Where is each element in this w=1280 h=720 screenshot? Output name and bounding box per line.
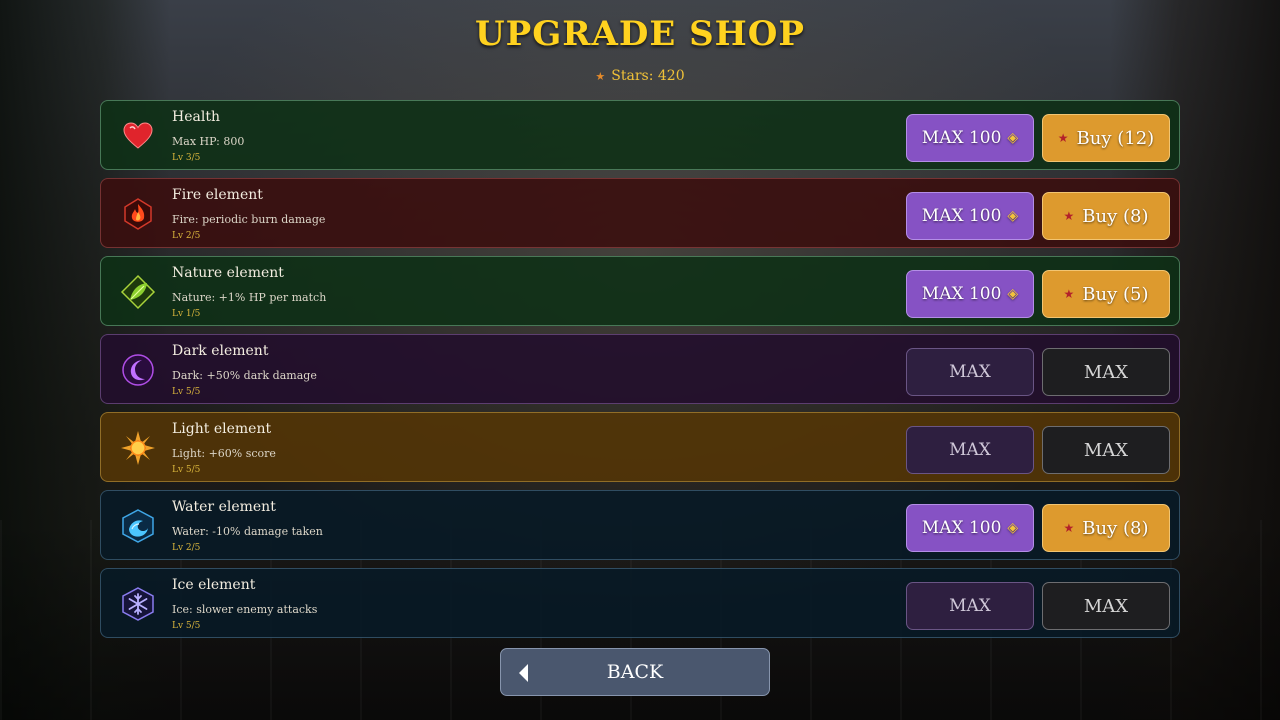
stars-label: Stars: 420 — [611, 68, 685, 84]
max-upgrade-button[interactable]: MAX 100 ◈ — [906, 504, 1034, 552]
max-button-label: MAX 100 — [921, 518, 1002, 538]
sun-icon — [120, 430, 156, 466]
snowflake-icon — [120, 586, 156, 622]
upgrade-row-water: Water element Water: -10% damage taken L… — [100, 490, 1180, 560]
buy-upgrade-button[interactable]: ★ Buy (8) — [1042, 192, 1170, 240]
leaf-icon — [120, 274, 156, 310]
upgrade-description: Dark: +50% dark damage — [172, 369, 317, 382]
upgrade-level: Lv 5/5 — [172, 621, 201, 631]
upgrade-name: Light element — [172, 421, 272, 437]
gem-icon: ◈ — [1007, 208, 1019, 224]
max-upgrade-button: MAX — [906, 348, 1034, 396]
max-button-label: MAX 100 — [921, 206, 1002, 226]
max-upgrade-button[interactable]: MAX 100 ◈ — [906, 270, 1034, 318]
gem-icon: ◈ — [1007, 130, 1019, 146]
upgrade-list: Health Max HP: 800 Lv 3/5 MAX 100 ◈ ★ Buy … — [100, 100, 1180, 646]
upgrade-name: Fire element — [172, 187, 263, 203]
buy-upgrade-button: MAX — [1042, 426, 1170, 474]
moon-icon — [120, 352, 156, 388]
buy-button-label: Buy (5) — [1082, 283, 1149, 305]
back-button-label: BACK — [606, 661, 664, 683]
upgrade-name: Nature element — [172, 265, 284, 281]
star-icon: ★ — [1063, 209, 1075, 223]
max-button-label: MAX — [949, 596, 991, 616]
upgrade-level: Lv 2/5 — [172, 231, 201, 241]
max-upgrade-button: MAX — [906, 582, 1034, 630]
back-button[interactable]: BACK — [500, 648, 770, 696]
upgrade-row-dark: Dark element Dark: +50% dark damage Lv 5… — [100, 334, 1180, 404]
back-arrow-icon — [519, 664, 528, 682]
upgrade-description: Ice: slower enemy attacks — [172, 603, 318, 616]
upgrade-name: Health — [172, 109, 220, 125]
max-button-label: MAX 100 — [921, 284, 1002, 304]
upgrade-name: Ice element — [172, 577, 256, 593]
page-title: UPGRADE SHOP — [475, 14, 805, 54]
gem-icon: ◈ — [1007, 286, 1019, 302]
buy-upgrade-button[interactable]: ★ Buy (8) — [1042, 504, 1170, 552]
upgrade-row-health: Health Max HP: 800 Lv 3/5 MAX 100 ◈ ★ Buy … — [100, 100, 1180, 170]
stars-counter: ★ Stars: 420 — [0, 68, 1280, 84]
buy-button-label: Buy (8) — [1082, 205, 1149, 227]
star-icon: ★ — [1057, 131, 1069, 145]
upgrade-description: Nature: +1% HP per match — [172, 291, 327, 304]
max-upgrade-button[interactable]: MAX 100 ◈ — [906, 114, 1034, 162]
upgrade-row-ice: Ice element Ice: slower enemy attacks Lv… — [100, 568, 1180, 638]
upgrade-description: Max HP: 800 — [172, 135, 245, 148]
upgrade-level: Lv 5/5 — [172, 387, 201, 397]
buy-button-label: MAX — [1083, 361, 1129, 383]
star-icon: ★ — [1063, 287, 1075, 301]
max-button-label: MAX — [949, 440, 991, 460]
star-icon: ★ — [1063, 521, 1075, 535]
buy-upgrade-button[interactable]: ★ Buy (12) — [1042, 114, 1170, 162]
upgrade-name: Dark element — [172, 343, 269, 359]
max-upgrade-button[interactable]: MAX 100 ◈ — [906, 192, 1034, 240]
star-icon: ★ — [595, 70, 606, 83]
upgrade-level: Lv 2/5 — [172, 543, 201, 553]
upgrade-level: Lv 1/5 — [172, 309, 201, 319]
upgrade-description: Fire: periodic burn damage — [172, 213, 326, 226]
buy-button-label: Buy (12) — [1076, 127, 1155, 149]
buy-upgrade-button[interactable]: ★ Buy (5) — [1042, 270, 1170, 318]
max-button-label: MAX 100 — [921, 128, 1002, 148]
buy-button-label: Buy (8) — [1082, 517, 1149, 539]
upgrade-level: Lv 5/5 — [172, 465, 201, 475]
upgrade-description: Water: -10% damage taken — [172, 525, 323, 538]
buy-button-label: MAX — [1083, 439, 1129, 461]
max-button-label: MAX — [949, 362, 991, 382]
max-upgrade-button: MAX — [906, 426, 1034, 474]
upgrade-level: Lv 3/5 — [172, 153, 201, 163]
buy-upgrade-button: MAX — [1042, 582, 1170, 630]
heart-icon — [120, 118, 156, 154]
buy-button-label: MAX — [1083, 595, 1129, 617]
upgrade-row-nature: Nature element Nature: +1% HP per match … — [100, 256, 1180, 326]
upgrade-description: Light: +60% score — [172, 447, 276, 460]
buy-upgrade-button: MAX — [1042, 348, 1170, 396]
upgrade-name: Water element — [172, 499, 276, 515]
upgrade-row-light: Light element Light: +60% score Lv 5/5 M… — [100, 412, 1180, 482]
gem-icon: ◈ — [1007, 520, 1019, 536]
fire-icon — [120, 196, 156, 232]
water-icon — [120, 508, 156, 544]
upgrade-row-fire: Fire element Fire: periodic burn damage … — [100, 178, 1180, 248]
